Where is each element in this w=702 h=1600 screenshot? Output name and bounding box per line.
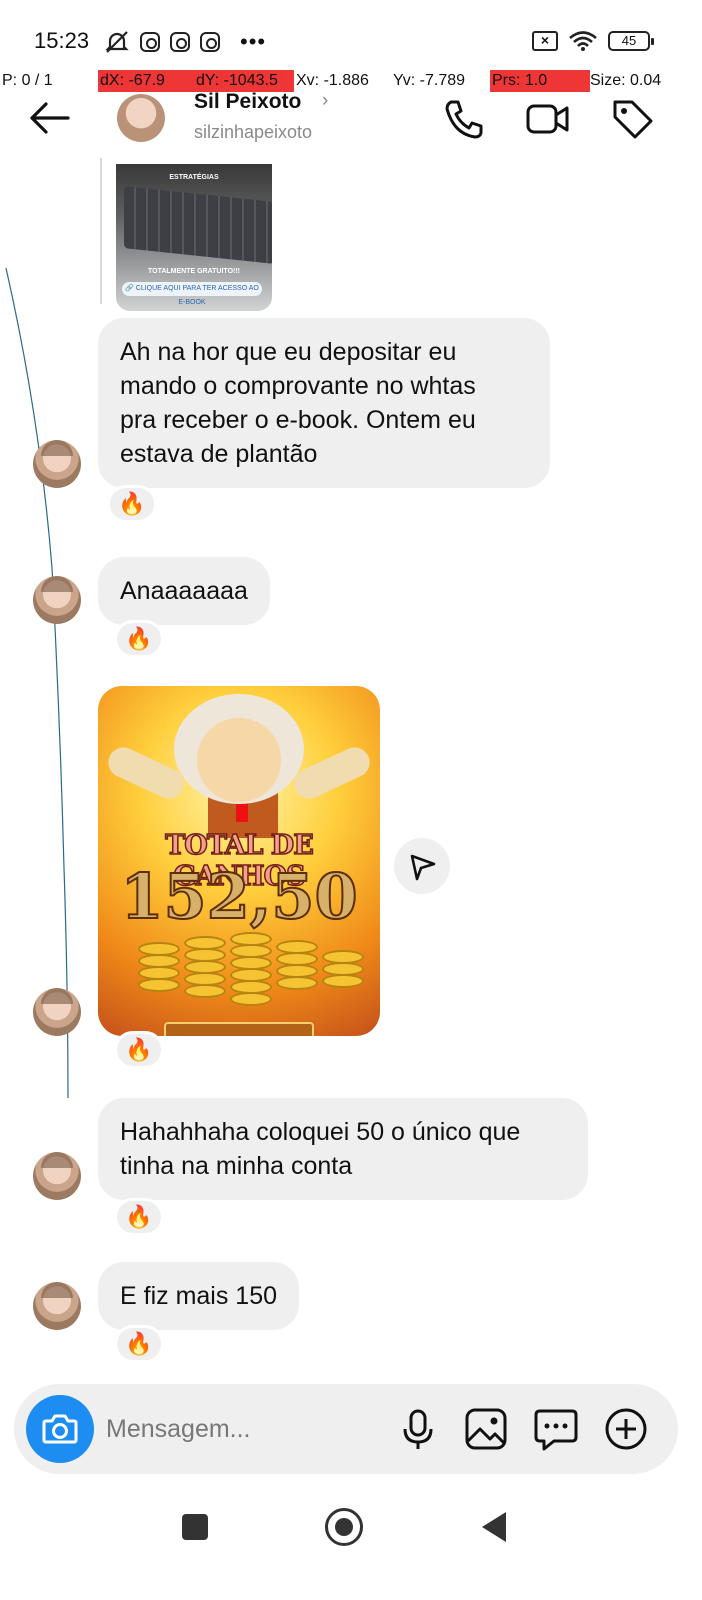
status-notification-icons: •••: [104, 30, 266, 54]
back-triangle-icon[interactable]: [482, 1512, 506, 1542]
gallery-icon[interactable]: [462, 1405, 510, 1453]
promo-banner: [164, 1022, 314, 1036]
add-circle-icon[interactable]: [602, 1405, 650, 1453]
story-reply-preview[interactable]: ESTRATÉGIAS TOTALMENTE GRATUITO!!! 🔗 CLI…: [116, 164, 272, 311]
camera-button[interactable]: [26, 1395, 94, 1463]
message-line: Anaaaaaaa: [120, 577, 248, 605]
message-line: Hahahhaha coloquei 50 o único que: [120, 1118, 521, 1146]
cartoon-face: [174, 694, 304, 804]
fire-reaction-icon[interactable]: 🔥: [114, 1031, 164, 1069]
story-caption-bottom: TOTALMENTE GRATUITO!!!: [147, 268, 241, 275]
sticker-chat-icon[interactable]: [532, 1405, 580, 1453]
message-line: tinha na minha conta: [120, 1152, 353, 1180]
winnings-image-message[interactable]: TOTAL DE GANHOS 152,50: [98, 686, 380, 1036]
instagram-notification-icon: [200, 32, 220, 52]
coin-stacks: [108, 932, 370, 1036]
sender-avatar[interactable]: [33, 576, 81, 624]
sender-avatar[interactable]: [33, 440, 81, 488]
video-call-icon[interactable]: [525, 96, 571, 142]
contact-name[interactable]: Sil Peixoto: [194, 90, 301, 114]
story-caption-top: ESTRATÉGIAS: [169, 174, 219, 181]
muted-bell-icon: [105, 31, 129, 53]
home-icon[interactable]: [325, 1508, 363, 1546]
recent-apps-icon[interactable]: [182, 1514, 208, 1540]
winnings-value: 152,50: [119, 859, 358, 934]
battery-indicator: 45: [608, 31, 654, 51]
fire-reaction-icon[interactable]: 🔥: [114, 1198, 164, 1236]
more-notifications-icon: •••: [240, 29, 267, 54]
message-bubble[interactable]: Ah na hor que eu depositar eu mando o co…: [98, 318, 550, 488]
message-bubble[interactable]: E fiz mais 150: [98, 1262, 300, 1330]
instagram-notification-icon: [170, 32, 190, 52]
status-time: 15:23: [34, 28, 90, 53]
laptop-keyboard-image: [124, 186, 272, 264]
camera-icon: [42, 1414, 78, 1444]
chat-header: Sil Peixoto › silzinhapeixoto: [0, 88, 702, 158]
microphone-icon[interactable]: [394, 1405, 442, 1453]
message-line: E fiz mais 150: [120, 1282, 278, 1310]
sender-avatar[interactable]: [33, 988, 81, 1036]
back-arrow-icon[interactable]: [28, 98, 72, 138]
phone-icon[interactable]: [442, 96, 488, 142]
message-bubble[interactable]: Hahahhaha coloquei 50 o único que tinha …: [98, 1098, 588, 1200]
fire-reaction-icon[interactable]: 🔥: [107, 485, 157, 523]
contact-username[interactable]: silzinhapeixoto: [194, 122, 312, 143]
reply-thread-line: [100, 158, 102, 304]
message-line: estava de plantão: [120, 440, 318, 468]
message-composer: [14, 1384, 678, 1474]
chevron-right-icon[interactable]: ›: [322, 90, 328, 112]
status-bar: 15:23 ••• × 45: [0, 0, 702, 80]
message-line: mando o comprovante no whtas: [120, 372, 476, 400]
status-system-icons: × 45: [532, 30, 654, 52]
wifi-icon: [569, 31, 597, 51]
fire-reaction-icon[interactable]: 🔥: [114, 1325, 164, 1363]
no-sim-icon: ×: [532, 31, 558, 51]
send-icon: [410, 854, 436, 881]
instagram-notification-icon: [140, 32, 160, 52]
system-navigation-bar: [0, 1490, 702, 1600]
tag-icon[interactable]: [610, 96, 656, 142]
sender-avatar[interactable]: [33, 1152, 81, 1200]
message-line: Ah na hor que eu depositar eu: [120, 338, 457, 366]
contact-avatar[interactable]: [117, 94, 165, 142]
story-link-sticker[interactable]: 🔗 CLIQUE AQUI PARA TER ACESSO AO E-BOOK: [122, 282, 262, 306]
share-button[interactable]: [394, 838, 450, 894]
message-input[interactable]: [106, 1406, 396, 1452]
fire-reaction-icon[interactable]: 🔥: [114, 620, 164, 658]
message-list[interactable]: ESTRATÉGIAS TOTALMENTE GRATUITO!!! 🔗 CLI…: [0, 158, 702, 1380]
message-bubble[interactable]: Anaaaaaaa: [98, 557, 270, 625]
message-line: pra receber o e-book. Ontem eu: [120, 406, 476, 434]
sender-avatar[interactable]: [33, 1282, 81, 1330]
